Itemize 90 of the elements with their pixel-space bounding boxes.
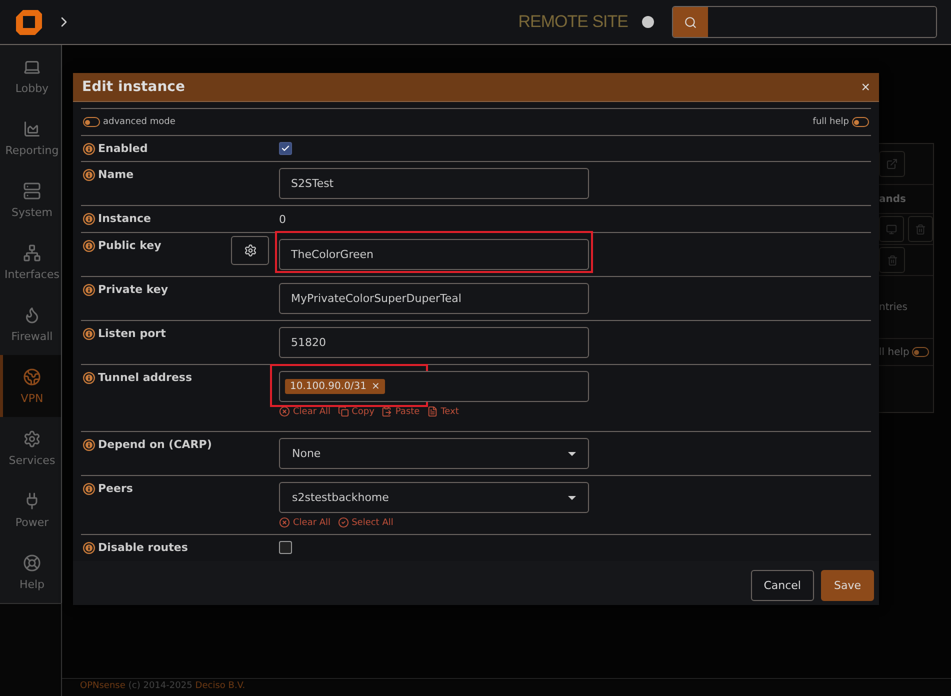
trash-icon bbox=[886, 254, 898, 266]
trash-icon bbox=[915, 224, 926, 234]
info-icon[interactable] bbox=[83, 372, 95, 384]
copy-icon bbox=[338, 406, 349, 417]
text-field[interactable]: S2STest bbox=[279, 168, 589, 199]
copyright-text: (c) 2014-2025 bbox=[128, 681, 192, 693]
info-icon[interactable] bbox=[83, 168, 95, 180]
sidebar-item[interactable]: Firewall bbox=[0, 293, 61, 355]
settings-icon bbox=[23, 430, 41, 448]
toggle-switch[interactable] bbox=[83, 117, 100, 127]
cancel-button[interactable]: Cancel bbox=[750, 570, 814, 601]
logo-icon bbox=[16, 9, 42, 35]
entries-text: ntries bbox=[879, 302, 908, 312]
address-tag: 10.100.90.0/31 × bbox=[285, 379, 385, 394]
info-icon[interactable] bbox=[83, 240, 95, 252]
brand-link[interactable]: OPNsense bbox=[80, 681, 126, 696]
chart-icon bbox=[23, 120, 41, 138]
export-icon bbox=[886, 158, 898, 170]
sidebar-item[interactable]: Reporting bbox=[0, 107, 61, 169]
info-icon[interactable] bbox=[83, 284, 95, 296]
check-icon bbox=[281, 144, 290, 153]
server-icon bbox=[23, 182, 41, 200]
field-label: Disable routes bbox=[83, 541, 188, 554]
field-label: Peers bbox=[83, 482, 133, 495]
field-action-link[interactable]: Paste bbox=[381, 406, 420, 417]
network-icon bbox=[23, 244, 41, 262]
monitor-icon bbox=[886, 224, 897, 234]
column-header: ands bbox=[879, 194, 906, 204]
search-icon bbox=[684, 16, 697, 28]
paste-icon bbox=[381, 406, 392, 417]
clear-icon bbox=[279, 517, 290, 528]
checkbox[interactable] bbox=[279, 142, 292, 155]
dropdown[interactable]: None bbox=[279, 438, 589, 469]
field-label: Tunnel address bbox=[83, 371, 192, 384]
sidebar-item[interactable]: System bbox=[0, 169, 61, 231]
field-label: Listen port bbox=[83, 327, 166, 340]
status-dot bbox=[642, 16, 654, 28]
save-button[interactable]: Save bbox=[820, 570, 874, 601]
toggle-switch[interactable] bbox=[912, 347, 930, 357]
field-value: 0 bbox=[279, 212, 287, 226]
dialog-title: Edit instance bbox=[82, 79, 186, 95]
site-label: REMOTE SITE bbox=[518, 12, 628, 32]
sidebar-item[interactable]: Power bbox=[0, 479, 61, 541]
sidebar-item[interactable]: Lobby bbox=[0, 45, 61, 107]
sidebar-item[interactable]: Services bbox=[0, 417, 61, 479]
settings-icon bbox=[244, 244, 256, 257]
field-label: Depend on (CARP) bbox=[83, 438, 212, 451]
sidebar-item[interactable]: Interfaces bbox=[0, 231, 61, 293]
info-icon[interactable] bbox=[83, 482, 95, 494]
globe-icon bbox=[23, 368, 41, 386]
text-field[interactable]: MyPrivateColorSuperDuperTeal bbox=[279, 283, 589, 314]
clear-icon bbox=[279, 406, 290, 417]
info-icon[interactable] bbox=[83, 542, 95, 554]
help-label: ll help bbox=[879, 346, 910, 358]
field-action-link[interactable]: Clear All bbox=[279, 517, 331, 528]
search-field[interactable] bbox=[672, 6, 937, 38]
info-icon[interactable] bbox=[83, 328, 95, 340]
checkbox[interactable] bbox=[279, 541, 292, 554]
lifebuoy-icon bbox=[23, 554, 41, 572]
tag-field[interactable]: 10.100.90.0/31 × bbox=[279, 371, 589, 402]
field-action-link[interactable]: Select All bbox=[338, 517, 394, 528]
toggle-label: full help bbox=[812, 117, 849, 127]
info-icon[interactable] bbox=[83, 212, 95, 224]
caret-icon bbox=[568, 496, 576, 500]
close-button[interactable]: × bbox=[861, 78, 870, 96]
dropdown[interactable]: s2stestbackhome bbox=[279, 482, 589, 513]
settings-button[interactable] bbox=[231, 236, 269, 265]
text-field[interactable]: 51820 bbox=[279, 327, 589, 358]
field-label: Private key bbox=[83, 283, 168, 296]
toggle-label: advanced mode bbox=[103, 117, 176, 127]
text-field[interactable]: TheColorGreen bbox=[279, 239, 589, 270]
info-icon[interactable] bbox=[83, 142, 95, 154]
caret-icon bbox=[568, 452, 576, 456]
remove-tag-button[interactable]: × bbox=[372, 381, 380, 392]
field-label: Enabled bbox=[83, 142, 148, 155]
field-label: Instance bbox=[83, 212, 151, 225]
sidebar-item[interactable]: VPN bbox=[0, 355, 61, 417]
company-link[interactable]: Deciso B.V. bbox=[195, 681, 246, 696]
flame-icon bbox=[23, 306, 41, 324]
field-action-link[interactable]: Text bbox=[426, 406, 459, 417]
toggle-switch[interactable] bbox=[852, 117, 869, 127]
field-action-link[interactable]: Clear All bbox=[279, 406, 331, 417]
field-action-link[interactable]: Copy bbox=[338, 406, 374, 417]
check-icon bbox=[338, 517, 349, 528]
document-icon bbox=[426, 406, 438, 417]
info-icon[interactable] bbox=[83, 438, 95, 450]
field-label: Name bbox=[83, 168, 134, 181]
search-button[interactable] bbox=[673, 7, 708, 37]
sidebar-item[interactable]: Help bbox=[0, 541, 61, 603]
field-label: Public key bbox=[83, 239, 162, 252]
